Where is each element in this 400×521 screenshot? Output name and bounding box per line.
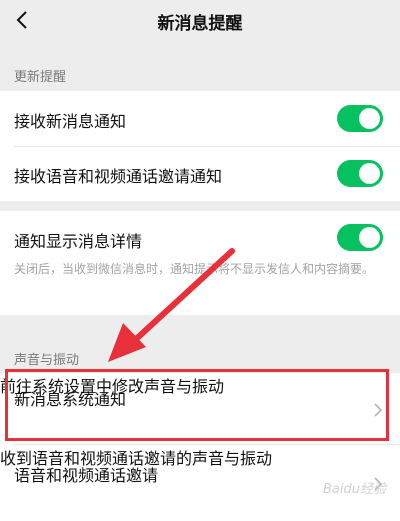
show-detail-description: 关闭后，当收到微信消息时，通知提示将不显示发信人和内容摘要。 [14, 262, 375, 276]
group-show-detail: 通知显示消息详情 关闭后，当收到微信消息时，通知提示将不显示发信人和内容摘要。 [0, 211, 400, 315]
toggle-show-detail[interactable] [337, 224, 383, 251]
row-receive-call-label: 接收语音和视频通话邀请通知 [14, 167, 223, 186]
toggle-knob [359, 227, 380, 248]
top-bar: 新消息提醒 [0, 0, 400, 44]
watermark-logo: Baidu经验 [323, 482, 386, 497]
highlight-box [5, 369, 389, 441]
section-label-sound: 声音与振动 [14, 353, 80, 368]
row-show-detail-label: 通知显示消息详情 [14, 232, 143, 251]
row-call-invite-label: 语音和视频通话邀请 [14, 466, 159, 485]
section-label-updates: 更新提醒 [14, 70, 67, 85]
toggle-knob [359, 108, 380, 129]
toggle-receive-call[interactable] [337, 160, 383, 187]
row-receive-call: 接收语音和视频通话邀请通知 [0, 146, 400, 201]
group-updates: 接收新消息通知 接收语音和视频通话邀请通知 [0, 91, 400, 201]
row-receive-new: 接收新消息通知 [0, 91, 400, 146]
toggle-receive-new[interactable] [337, 105, 383, 132]
page-title: 新消息提醒 [157, 14, 243, 34]
toggle-knob [359, 163, 380, 184]
row-receive-new-label: 接收新消息通知 [14, 112, 127, 131]
